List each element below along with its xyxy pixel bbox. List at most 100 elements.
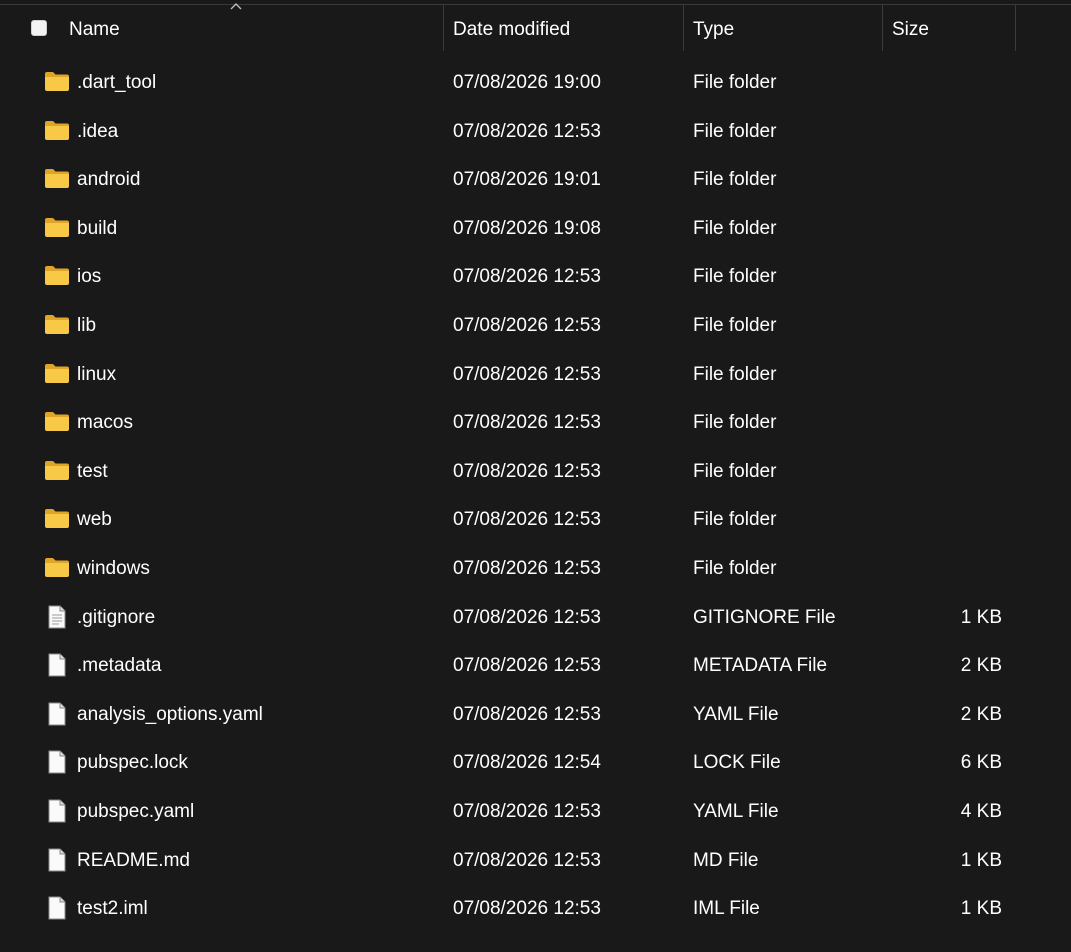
file-type: File folder bbox=[693, 412, 777, 434]
file-size: 2 KB bbox=[960, 655, 1002, 677]
file-type: File folder bbox=[693, 509, 777, 531]
file-date-modified: 07/08/2026 12:53 bbox=[453, 557, 601, 579]
file-row[interactable]: lib 07/08/2026 12:53 File folder bbox=[0, 303, 1071, 352]
file-date-modified: 07/08/2026 12:53 bbox=[453, 314, 601, 336]
file-name: android bbox=[77, 169, 141, 191]
column-resize-handle-type[interactable] bbox=[882, 5, 883, 51]
file-name: ios bbox=[77, 266, 102, 288]
folder-icon bbox=[44, 264, 70, 288]
file-name: pubspec.yaml bbox=[77, 800, 195, 822]
file-name: .metadata bbox=[77, 655, 162, 677]
file-row[interactable]: android 07/08/2026 19:01 File folder bbox=[0, 157, 1071, 206]
file-size: 1 KB bbox=[960, 849, 1002, 871]
file-row[interactable]: ios 07/08/2026 12:53 File folder bbox=[0, 254, 1071, 303]
file-name: build bbox=[77, 217, 118, 239]
file-date-modified: 07/08/2026 12:53 bbox=[453, 898, 601, 920]
file-type: LOCK File bbox=[693, 752, 781, 774]
column-resize-handle-date[interactable] bbox=[683, 5, 684, 51]
sort-ascending-icon bbox=[230, 3, 242, 10]
file-size: 1 KB bbox=[960, 606, 1002, 628]
file-date-modified: 07/08/2026 12:53 bbox=[453, 849, 601, 871]
file-name: .gitignore bbox=[77, 606, 156, 628]
blank-file-icon bbox=[44, 702, 70, 726]
file-name: .dart_tool bbox=[77, 72, 157, 93]
file-row[interactable]: linux 07/08/2026 12:53 File folder bbox=[0, 352, 1071, 401]
file-date-modified: 07/08/2026 12:53 bbox=[453, 800, 601, 822]
file-type: File folder bbox=[693, 72, 777, 93]
file-type: File folder bbox=[693, 557, 777, 579]
file-row[interactable]: test2.iml 07/08/2026 12:53 IML File 1 KB bbox=[0, 886, 1071, 935]
file-date-modified: 07/08/2026 12:53 bbox=[453, 655, 601, 677]
file-row[interactable]: test 07/08/2026 12:53 File folder bbox=[0, 449, 1071, 498]
column-header-type[interactable]: Type bbox=[693, 19, 734, 41]
folder-icon bbox=[44, 459, 70, 483]
select-all-checkbox[interactable] bbox=[31, 20, 47, 36]
folder-icon bbox=[44, 556, 70, 580]
file-name: pubspec.lock bbox=[77, 752, 188, 774]
blank-file-icon bbox=[44, 848, 70, 872]
column-resize-handle-name[interactable] bbox=[443, 5, 444, 51]
file-size: 6 KB bbox=[960, 752, 1002, 774]
file-date-modified: 07/08/2026 12:53 bbox=[453, 606, 601, 628]
folder-icon bbox=[44, 313, 70, 337]
file-name: .idea bbox=[77, 120, 119, 142]
folder-icon bbox=[44, 362, 70, 386]
folder-icon bbox=[44, 216, 70, 240]
file-explorer-details-view: Name Date modified Type Size .dart_tool 0… bbox=[0, 0, 1071, 952]
file-date-modified: 07/08/2026 12:53 bbox=[453, 266, 601, 288]
file-row[interactable]: macos 07/08/2026 12:53 File folder bbox=[0, 400, 1071, 449]
file-row[interactable]: windows 07/08/2026 12:53 File folder bbox=[0, 546, 1071, 595]
folder-icon bbox=[44, 410, 70, 434]
file-date-modified: 07/08/2026 12:53 bbox=[453, 703, 601, 725]
column-resize-handle-size[interactable] bbox=[1015, 5, 1016, 51]
file-date-modified: 07/08/2026 12:53 bbox=[453, 120, 601, 142]
folder-icon bbox=[44, 167, 70, 191]
file-row[interactable]: .idea 07/08/2026 12:53 File folder bbox=[0, 109, 1071, 158]
file-type: File folder bbox=[693, 120, 777, 142]
file-type: MD File bbox=[693, 849, 759, 871]
column-header-row: Name Date modified Type Size bbox=[0, 3, 1071, 51]
file-name: web bbox=[77, 509, 112, 531]
blank-file-icon bbox=[44, 653, 70, 677]
file-date-modified: 07/08/2026 12:53 bbox=[453, 509, 601, 531]
file-size: 1 KB bbox=[960, 898, 1002, 920]
file-row[interactable]: web 07/08/2026 12:53 File folder bbox=[0, 497, 1071, 546]
file-row[interactable]: pubspec.yaml 07/08/2026 12:53 YAML File 4 K… bbox=[0, 789, 1071, 838]
folder-icon bbox=[44, 119, 70, 143]
file-type: File folder bbox=[693, 169, 777, 191]
file-type: File folder bbox=[693, 460, 777, 482]
file-row[interactable]: pubspec.lock 07/08/2026 12:54 LOCK File 6 K… bbox=[0, 740, 1071, 789]
file-type: File folder bbox=[693, 314, 777, 336]
file-name: lib bbox=[77, 314, 97, 336]
column-header-name[interactable]: Name bbox=[69, 19, 120, 41]
file-date-modified: 07/08/2026 12:53 bbox=[453, 460, 601, 482]
file-type: File folder bbox=[693, 363, 777, 385]
file-type: File folder bbox=[693, 266, 777, 288]
column-header-size[interactable]: Size bbox=[892, 19, 929, 41]
text-file-icon bbox=[44, 605, 70, 629]
blank-file-icon bbox=[44, 799, 70, 823]
file-date-modified: 07/08/2026 12:54 bbox=[453, 752, 601, 774]
file-type: YAML File bbox=[693, 800, 779, 822]
blank-file-icon bbox=[44, 750, 70, 774]
file-name: linux bbox=[77, 363, 117, 385]
file-date-modified: 07/08/2026 19:00 bbox=[453, 72, 601, 93]
file-name: test2.iml bbox=[77, 898, 148, 920]
file-type: GITIGNORE File bbox=[693, 606, 836, 628]
file-name: macos bbox=[77, 412, 133, 434]
column-header-date-modified[interactable]: Date modified bbox=[453, 19, 570, 41]
file-row[interactable]: .dart_tool 07/08/2026 19:00 File folder bbox=[0, 60, 1071, 109]
file-type: File folder bbox=[693, 217, 777, 239]
folder-icon bbox=[44, 70, 70, 94]
file-row[interactable]: .metadata 07/08/2026 12:53 METADATA File 2 … bbox=[0, 643, 1071, 692]
file-row[interactable]: .gitignore 07/08/2026 12:53 GITIGNORE File… bbox=[0, 595, 1071, 644]
file-date-modified: 07/08/2026 19:08 bbox=[453, 217, 601, 239]
file-row[interactable]: build 07/08/2026 19:08 File folder bbox=[0, 206, 1071, 255]
file-name: analysis_options.yaml bbox=[77, 703, 263, 725]
file-type: METADATA File bbox=[693, 655, 828, 677]
file-size: 4 KB bbox=[960, 800, 1002, 822]
file-row[interactable]: README.md 07/08/2026 12:53 MD File 1 KB bbox=[0, 838, 1071, 887]
folder-icon bbox=[44, 507, 70, 531]
file-row[interactable]: analysis_options.yaml 07/08/2026 12:53 YAM… bbox=[0, 692, 1071, 741]
file-name: README.md bbox=[77, 849, 190, 871]
